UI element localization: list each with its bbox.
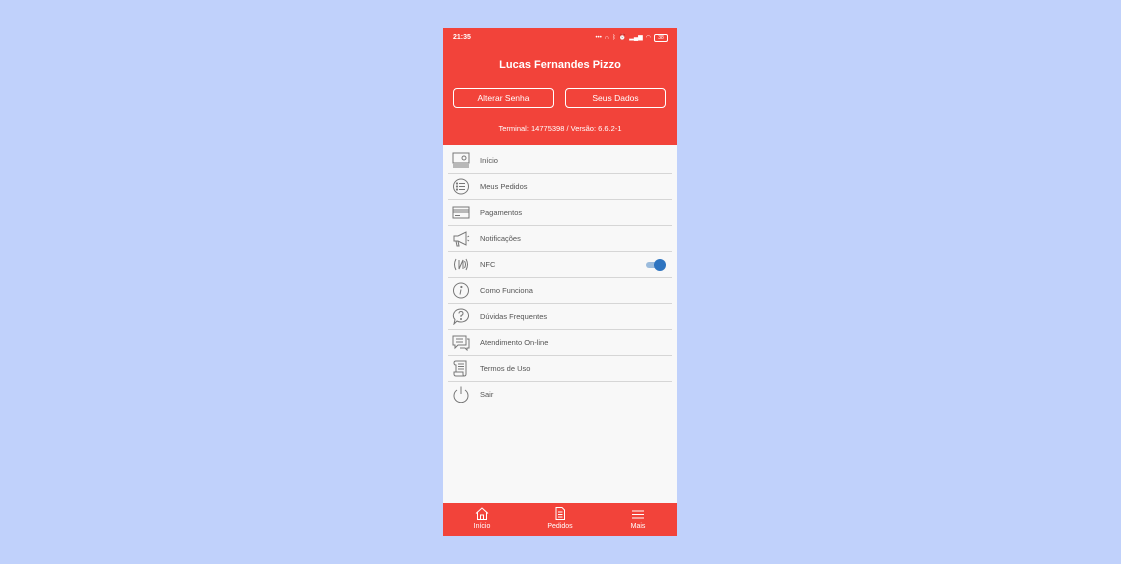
menu-item-meus-pedidos[interactable]: Meus Pedidos xyxy=(448,174,672,200)
megaphone-icon xyxy=(452,230,470,247)
menu-item-nfc[interactable]: NFC xyxy=(448,252,672,278)
nfc-icon xyxy=(452,256,470,273)
wifi-icon: ◠ xyxy=(645,34,651,41)
menu-item-label: Meus Pedidos xyxy=(480,182,528,191)
status-time: 21:35 xyxy=(453,34,471,41)
user-name: Lucas Fernandes Pizzo xyxy=(499,59,621,71)
menu-item-sair[interactable]: Sair xyxy=(448,382,672,408)
menu-item-label: Atendimento On-line xyxy=(480,338,549,347)
menu-item-atendimento-online[interactable]: Atendimento On-line xyxy=(448,330,672,356)
bottom-tab-bar: Início Pedidos Mais xyxy=(443,503,677,536)
menu-item-notificacoes[interactable]: Notificações xyxy=(448,226,672,252)
scroll-icon xyxy=(452,360,470,377)
question-bubble-icon xyxy=(452,308,470,325)
home-icon xyxy=(475,507,489,520)
phone-screen: 21:35 ••• ∩ ᛒ ⏰ ▂▄▆ ◠ 38 Lucas Fernandes… xyxy=(443,28,677,536)
menu-item-label: Como Funciona xyxy=(480,286,533,295)
list-circle-icon xyxy=(452,178,470,195)
change-password-button[interactable]: Alterar Senha xyxy=(453,88,554,108)
menu-item-label: Pagamentos xyxy=(480,208,523,217)
tab-pedidos[interactable]: Pedidos xyxy=(521,503,599,536)
menu-item-pagamentos[interactable]: Pagamentos xyxy=(448,200,672,226)
bluetooth-icon: ᛒ xyxy=(612,34,616,41)
headset-icon: ∩ xyxy=(604,34,610,41)
menu-item-inicio[interactable]: Início xyxy=(448,148,672,174)
nfc-toggle[interactable] xyxy=(646,259,666,271)
menu-item-label: Dúvidas Frequentes xyxy=(480,312,548,321)
menu-item-label: Início xyxy=(480,156,498,165)
tab-mais[interactable]: Mais xyxy=(599,503,677,536)
tab-label: Mais xyxy=(630,523,646,530)
menu-item-duvidas-frequentes[interactable]: Dúvidas Frequentes xyxy=(448,304,672,330)
monitor-icon xyxy=(452,152,470,169)
info-icon xyxy=(452,282,470,299)
menu-item-label: Termos de Uso xyxy=(480,364,531,373)
menu-icon xyxy=(631,507,645,520)
document-icon xyxy=(553,507,567,520)
menu-item-label: Sair xyxy=(480,390,494,399)
battery-icon: 38 xyxy=(654,33,668,42)
tab-label: Início xyxy=(473,523,491,530)
terminal-version: Terminal: 14775398 / Versão: 6.6.2-1 xyxy=(498,124,622,133)
alarm-icon: ⏰ xyxy=(618,34,627,41)
card-icon xyxy=(452,204,470,221)
menu-item-label: Notificações xyxy=(480,234,521,243)
tab-inicio[interactable]: Início xyxy=(443,503,521,536)
more-dots-icon: ••• xyxy=(595,34,602,41)
tab-label: Pedidos xyxy=(547,523,573,530)
signal-icon: ▂▄▆ xyxy=(629,34,643,41)
power-icon xyxy=(452,386,470,403)
menu-item-como-funciona[interactable]: Como Funciona xyxy=(448,278,672,304)
menu-item-termos-de-uso[interactable]: Termos de Uso xyxy=(448,356,672,382)
your-data-button[interactable]: Seus Dados xyxy=(565,88,666,108)
toggle-knob xyxy=(654,259,666,271)
status-icons: ••• ∩ ᛒ ⏰ ▂▄▆ ◠ 38 xyxy=(596,33,668,42)
side-menu: Início Meus Pedidos Pagamentos Notificaç… xyxy=(448,148,672,408)
chat-icon xyxy=(452,334,470,351)
menu-item-label: NFC xyxy=(480,260,496,269)
profile-header: 21:35 ••• ∩ ᛒ ⏰ ▂▄▆ ◠ 38 Lucas Fernandes… xyxy=(443,28,677,145)
